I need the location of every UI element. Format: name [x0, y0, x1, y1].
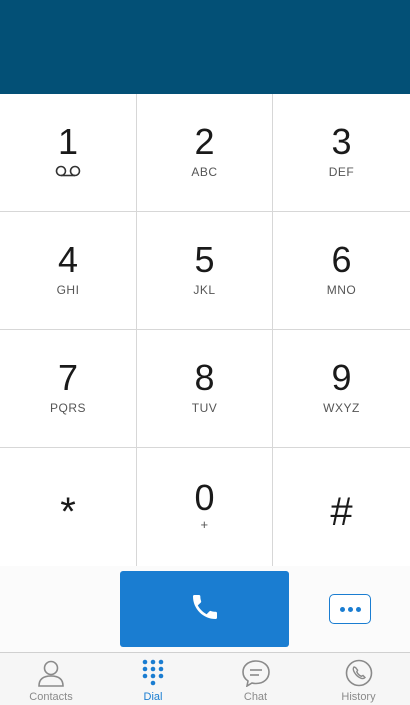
tab-contacts[interactable]: Contacts — [0, 653, 102, 705]
key-hash[interactable]: # — [273, 448, 410, 566]
tab-label: Chat — [243, 691, 268, 703]
key-digit: 0 — [194, 477, 215, 518]
key-letters: ABC — [191, 165, 218, 179]
key-digit: * — [60, 490, 76, 534]
tab-history[interactable]: History — [307, 653, 410, 705]
more-dot — [347, 606, 353, 612]
key-letters: JKL — [193, 283, 216, 297]
action-bar — [0, 566, 410, 652]
key-star[interactable]: * — [0, 448, 137, 566]
key-7[interactable]: 7 PQRS — [0, 330, 137, 448]
tab-bar: Contacts Dial Chat History — [0, 652, 410, 705]
more-dot — [339, 606, 345, 612]
tab-dial[interactable]: Dial — [102, 653, 204, 705]
key-digit: 2 — [194, 121, 215, 162]
more-dot — [355, 606, 361, 612]
key-letters: WXYZ — [323, 401, 360, 415]
tab-label: Dial — [143, 691, 163, 703]
key-digit: 5 — [194, 239, 215, 280]
dialer-screen: 1 2 ABC 3 DEF 4 GHI 5 JKL 6 MNO 7 PQRS 8… — [0, 0, 410, 705]
key-letters: GHI — [56, 283, 80, 297]
phone-icon — [189, 591, 221, 628]
phone-history-icon — [344, 658, 374, 688]
key-digit: 6 — [331, 239, 352, 280]
key-letters: + — [200, 517, 209, 532]
key-digit: 4 — [57, 239, 79, 280]
key-letters: DEF — [328, 165, 355, 179]
key-digit: 1 — [57, 121, 79, 162]
key-9[interactable]: 9 WXYZ — [273, 330, 410, 448]
header-bar — [0, 0, 410, 94]
key-letters: PQRS — [49, 401, 86, 415]
key-1[interactable]: 1 — [0, 94, 137, 212]
key-3[interactable]: 3 DEF — [273, 94, 410, 212]
person-icon — [37, 658, 65, 688]
key-digit: 9 — [331, 357, 352, 398]
key-2[interactable]: 2 ABC — [137, 94, 273, 212]
voicemail-icon — [54, 164, 82, 182]
call-button[interactable] — [120, 571, 289, 647]
key-digit: 8 — [194, 357, 215, 398]
chat-bubble-icon — [241, 658, 271, 688]
key-8[interactable]: 8 TUV — [137, 330, 273, 448]
tab-label: History — [341, 691, 376, 703]
key-6[interactable]: 6 MNO — [273, 212, 410, 330]
key-letters: MNO — [326, 283, 357, 297]
tab-chat[interactable]: Chat — [204, 653, 307, 705]
dialpad-icon — [142, 658, 164, 688]
key-4[interactable]: 4 GHI — [0, 212, 137, 330]
keypad: 1 2 ABC 3 DEF 4 GHI 5 JKL 6 MNO 7 PQRS 8… — [0, 94, 410, 566]
key-digit: 7 — [57, 357, 79, 398]
more-options-button[interactable] — [329, 594, 371, 624]
key-5[interactable]: 5 JKL — [137, 212, 273, 330]
key-digit: # — [330, 490, 353, 534]
key-letters: TUV — [191, 401, 218, 415]
key-digit: 3 — [331, 121, 352, 162]
key-0[interactable]: 0 + — [137, 448, 273, 566]
tab-label: Contacts — [29, 691, 73, 703]
